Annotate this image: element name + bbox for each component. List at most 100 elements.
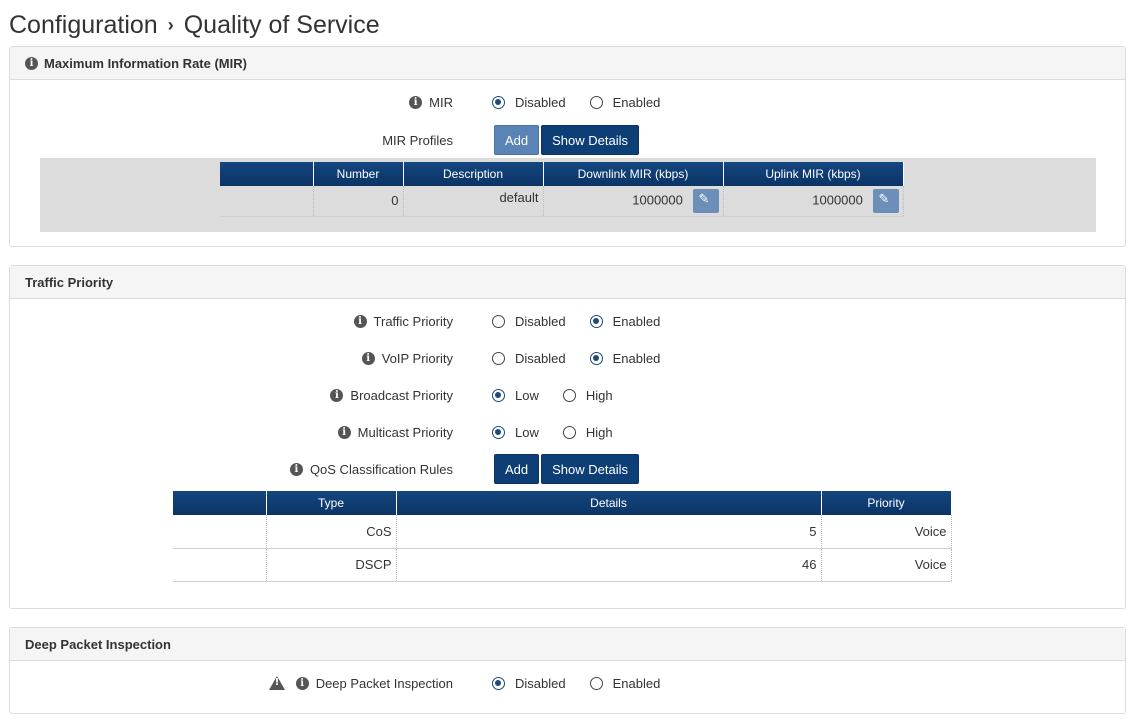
table-cell-priority: Voice: [821, 515, 952, 549]
info-icon[interactable]: i: [353, 314, 367, 328]
table-header[interactable]: Priority: [821, 491, 952, 515]
table-row[interactable]: CoS 5 Voice: [173, 515, 952, 549]
radio-selected-icon[interactable]: [589, 314, 603, 328]
table-header-blank: [220, 162, 314, 186]
multicast-priority-label-group: i Multicast Priority: [337, 424, 453, 440]
table-header[interactable]: Uplink MIR (kbps): [723, 162, 904, 186]
table-cell-description: default: [403, 186, 544, 217]
table-cell-details: 5: [396, 515, 822, 549]
edit-uplink-pencil-icon[interactable]: [872, 188, 899, 213]
mir-panel-title: Maximum Information Rate (MIR): [44, 55, 247, 71]
radio-unselected-icon[interactable]: [562, 388, 576, 402]
radio-label: Enabled: [612, 675, 661, 691]
radio-label: Low: [515, 387, 539, 403]
table-header[interactable]: Details: [396, 491, 822, 515]
traffic-priority-radio-disabled[interactable]: Disabled: [492, 314, 566, 329]
radio-selected-icon[interactable]: [492, 425, 505, 439]
radio-selected-icon[interactable]: [589, 351, 603, 365]
dpi-panel-title: Deep Packet Inspection: [25, 636, 171, 652]
qos-rules-label: QoS Classification Rules: [309, 461, 453, 477]
multicast-priority-radio-group: Low High: [492, 425, 637, 440]
breadcrumb-separator: ›: [167, 15, 174, 35]
table-header-row: Number Description Downlink MIR (kbps) U…: [220, 162, 904, 186]
table-cell-number: 0: [313, 186, 404, 217]
radio-label: Enabled: [612, 94, 661, 110]
voip-priority-row: i VoIP Priority Disabled Enabled: [10, 348, 1127, 368]
info-icon[interactable]: i: [361, 351, 375, 365]
info-icon[interactable]: i: [330, 388, 344, 402]
info-icon[interactable]: i: [295, 676, 309, 690]
qos-show-details-button[interactable]: Show Details: [541, 454, 640, 484]
radio-selected-icon[interactable]: [492, 95, 505, 109]
table-header[interactable]: Description: [403, 162, 544, 186]
dpi-radio-enabled[interactable]: Enabled: [589, 675, 661, 691]
table-row[interactable]: 0 default 1000000 1000000: [220, 186, 904, 217]
mir-radio-disabled[interactable]: Disabled: [492, 95, 566, 110]
table-row[interactable]: DSCP 46 Voice: [173, 548, 952, 582]
multicast-priority-label: Multicast Priority: [357, 424, 453, 440]
edit-downlink-pencil-icon[interactable]: [692, 188, 719, 213]
info-icon[interactable]: i: [25, 56, 38, 70]
multicast-priority-radio-low[interactable]: Low: [492, 425, 539, 440]
voip-priority-radio-enabled[interactable]: Enabled: [589, 351, 660, 366]
page-title: Quality of Service: [183, 11, 380, 39]
mir-panel: i Maximum Information Rate (MIR) i MIR D…: [9, 46, 1126, 247]
table-cell-type: CoS: [266, 515, 397, 549]
mir-label: MIR: [429, 94, 453, 110]
radio-unselected-icon[interactable]: [589, 676, 603, 690]
mir-profiles-label: MIR Profiles: [382, 133, 453, 148]
radio-label: Disabled: [515, 94, 566, 110]
traffic-priority-label-group: i Traffic Priority: [353, 313, 453, 329]
mir-profiles-buttons: Add Show Details: [494, 125, 641, 155]
broadcast-priority-radio-high[interactable]: High: [562, 388, 613, 403]
radio-unselected-icon[interactable]: [589, 95, 603, 109]
table-cell-type: DSCP: [266, 548, 397, 582]
table-header[interactable]: Number: [313, 162, 404, 186]
mir-add-button[interactable]: Add: [494, 125, 540, 155]
radio-unselected-icon[interactable]: [562, 425, 576, 439]
mir-profiles-table-area: Number Description Downlink MIR (kbps) U…: [40, 158, 1096, 232]
broadcast-priority-label-group: i Broadcast Priority: [330, 388, 453, 403]
traffic-priority-label: Traffic Priority: [373, 313, 453, 329]
radio-unselected-icon[interactable]: [492, 314, 505, 328]
dpi-label: Deep Packet Inspection: [315, 675, 453, 691]
broadcast-priority-radio-low[interactable]: Low: [492, 388, 539, 403]
table-cell-blank: [173, 548, 267, 582]
radio-unselected-icon[interactable]: [492, 351, 505, 365]
radio-label: Disabled: [515, 313, 566, 329]
mir-show-details-button[interactable]: Show Details: [541, 125, 640, 155]
traffic-priority-radio-enabled[interactable]: Enabled: [589, 314, 660, 329]
warning-icon[interactable]: [268, 676, 285, 690]
mir-profiles-row: MIR Profiles Add Show Details: [10, 125, 1127, 155]
voip-priority-label-group: i VoIP Priority: [361, 351, 453, 366]
mir-radio-group: Disabled Enabled: [492, 95, 684, 110]
table-header-row: Type Details Priority: [173, 491, 952, 515]
table-header[interactable]: Type: [266, 491, 397, 515]
info-icon[interactable]: i: [289, 462, 303, 476]
table-cell-blank: [173, 515, 267, 549]
info-icon[interactable]: i: [409, 95, 423, 109]
qos-rules-row: i QoS Classification Rules Add Show Deta…: [10, 454, 1127, 484]
table-header[interactable]: Downlink MIR (kbps): [543, 162, 724, 186]
table-cell-downlink: 1000000: [543, 186, 724, 217]
breadcrumb-parent[interactable]: Configuration: [9, 8, 158, 42]
traffic-priority-radio-group: Disabled Enabled: [492, 314, 684, 329]
radio-label: Low: [515, 424, 539, 440]
dpi-panel-header: Deep Packet Inspection: [10, 628, 1125, 661]
radio-selected-icon[interactable]: [492, 676, 505, 690]
dpi-radio-group: Disabled Enabled: [492, 676, 684, 691]
qos-add-button[interactable]: Add: [494, 454, 540, 484]
qos-rules-buttons: Add Show Details: [494, 454, 641, 484]
dpi-radio-disabled[interactable]: Disabled: [492, 676, 566, 691]
traffic-priority-header: Traffic Priority: [10, 266, 1125, 299]
qos-rules-table: Type Details Priority CoS 5 Voice DSCP 4…: [173, 491, 952, 582]
table-cell-uplink: 1000000: [723, 186, 904, 217]
voip-priority-radio-disabled[interactable]: Disabled: [492, 351, 566, 366]
multicast-priority-radio-high[interactable]: High: [562, 425, 613, 440]
broadcast-priority-row: i Broadcast Priority Low High: [10, 385, 1127, 405]
info-icon[interactable]: i: [337, 425, 351, 439]
broadcast-priority-radio-group: Low High: [492, 388, 637, 403]
radio-selected-icon[interactable]: [492, 388, 505, 402]
mir-radio-enabled[interactable]: Enabled: [589, 94, 661, 110]
radio-label: Disabled: [515, 675, 566, 691]
